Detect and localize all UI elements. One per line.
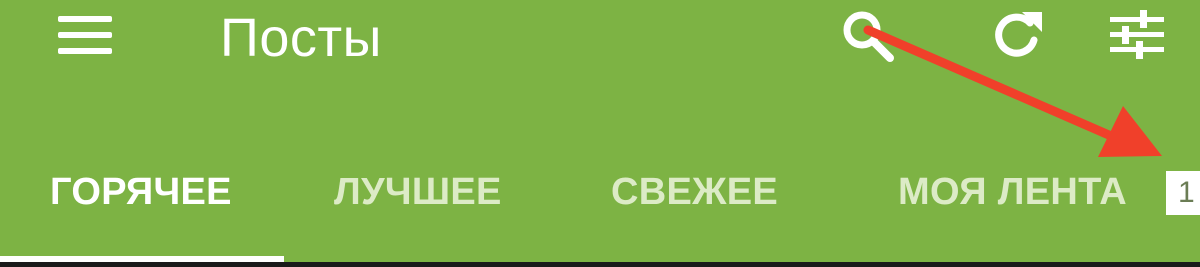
tab-my-feed[interactable]: МОЯ ЛЕНТА xyxy=(898,168,1127,216)
hamburger-menu-icon xyxy=(58,16,112,54)
refresh-icon xyxy=(995,12,1042,57)
page-title: Посты xyxy=(220,8,382,68)
tab-bar: ГОРЯЧЕЕ ЛУЧШЕЕ СВЕЖЕЕ МОЯ ЛЕНТА xyxy=(0,150,1200,260)
search-icon xyxy=(843,11,894,62)
tab-hot[interactable]: ГОРЯЧЕЕ xyxy=(50,168,232,216)
search-button[interactable] xyxy=(836,4,898,66)
refresh-button[interactable] xyxy=(986,4,1048,66)
tab-best[interactable]: ЛУЧШЕЕ xyxy=(334,168,502,216)
filters-button[interactable] xyxy=(1106,4,1168,66)
sliders-icon xyxy=(1110,10,1164,59)
tab-fresh[interactable]: СВЕЖЕЕ xyxy=(611,168,778,216)
toolbar: Посты xyxy=(0,0,1200,82)
tab-badge: 1 xyxy=(1166,171,1200,215)
content-edge xyxy=(0,262,1200,267)
app-screen: Посты ГОРЯЧЕЕ ЛУЧШЕЕ СВЕЖЕЕ МОЯ ЛЕНТА 1 xyxy=(0,0,1200,267)
menu-button[interactable] xyxy=(58,15,116,57)
